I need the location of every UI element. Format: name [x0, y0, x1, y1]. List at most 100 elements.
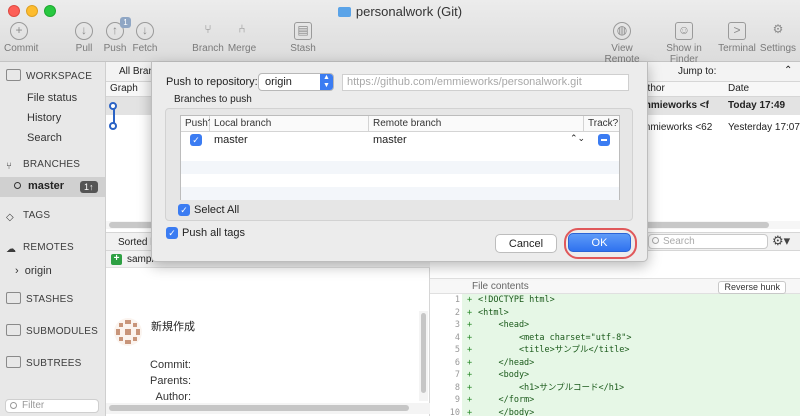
line-code: </head> — [478, 357, 535, 368]
author-avatar — [114, 318, 142, 346]
line-number: 5 — [454, 345, 460, 355]
author-label: Author: — [155, 391, 191, 403]
show-in-finder-button[interactable]: ☺ Show in Finder — [652, 22, 716, 65]
line-code: <meta charset="utf-8"> — [478, 332, 632, 343]
scroll-thumb[interactable] — [421, 313, 426, 393]
terminal-icon: > — [728, 22, 746, 40]
added-sign: + — [467, 382, 473, 393]
branches-table: Push? Local branch Remote branch Track? … — [180, 115, 620, 200]
chevron-updown-icon[interactable]: ⌃ — [784, 65, 792, 76]
commit-message: 新規作成 — [151, 321, 195, 333]
gear-icon[interactable]: ⚙▾ — [772, 233, 790, 249]
chevron-updown-icon: ▲ ▼ — [320, 74, 333, 90]
push-checkbox[interactable]: ✓ — [190, 134, 202, 146]
diff-line: 9 + </form> — [430, 394, 800, 407]
added-sign: + — [467, 357, 473, 368]
view-remote-button[interactable]: ◍ View Remote — [594, 22, 650, 65]
added-sign: + — [467, 307, 473, 318]
subtree-icon — [6, 356, 21, 368]
sidebar-section-subtrees[interactable]: SUBTREES — [6, 356, 82, 369]
cancel-button[interactable]: Cancel — [495, 234, 557, 253]
arrow-down-icon: ↓ — [75, 22, 93, 40]
diff-line: 5 + <title>サンプル</title> — [430, 344, 800, 357]
branch-ahead-badge: 1↑ — [80, 181, 98, 193]
sidebar-item-origin[interactable]: › origin — [15, 265, 52, 277]
commit-details-pane: + sampl 新規作成 Commit: Parents: Author: — [106, 251, 430, 416]
arrow-up-icon: ↑ 1 — [106, 17, 131, 40]
sidebar-section-stashes[interactable]: STASHES — [6, 292, 73, 305]
col-date[interactable]: Date — [728, 83, 749, 94]
reverse-hunk-button[interactable]: Reverse hunk — [718, 281, 786, 294]
merge-button[interactable]: ⑃ Merge — [227, 22, 257, 54]
remote-branch-select[interactable]: master — [373, 134, 407, 146]
sidebar-item-file-status[interactable]: File status — [27, 92, 77, 104]
pull-button[interactable]: ↓ Pull — [72, 22, 96, 54]
remote-url-field[interactable]: https://github.com/emmieworks/personalwo… — [342, 74, 629, 91]
diff-header-label: File contents — [472, 281, 529, 292]
added-sign: + — [467, 395, 473, 405]
select-all-checkbox[interactable]: ✓ — [178, 204, 190, 216]
diff-line: 7 + <body> — [430, 369, 800, 382]
select-all-label[interactable]: Select All — [194, 204, 239, 216]
graph-node-2 — [109, 122, 117, 130]
sidebar-item-history[interactable]: History — [27, 112, 61, 124]
fetch-button[interactable]: ↓ Fetch — [131, 22, 159, 54]
branch-button[interactable]: ⑂ Branch — [192, 22, 224, 54]
line-number: 2 — [454, 307, 460, 318]
diff-line: 2 + <html> — [430, 306, 800, 319]
track-checkbox[interactable] — [598, 134, 610, 146]
terminal-button[interactable]: > Terminal — [717, 22, 757, 54]
line-number: 9 — [454, 395, 460, 405]
added-sign: + — [467, 295, 473, 305]
line-code: </body> — [478, 407, 535, 416]
stash-button[interactable]: ▤ Stash — [289, 22, 317, 54]
remote-select[interactable]: origin ▲ ▼ — [258, 73, 334, 91]
diff-search-input[interactable]: Search — [648, 234, 768, 249]
push-all-tags-checkbox[interactable]: ✓ — [166, 227, 178, 239]
line-number: 7 — [454, 370, 460, 380]
added-sign: + — [467, 407, 473, 416]
branch-icon: ⑂ — [6, 161, 13, 172]
line-number: 6 — [454, 357, 460, 368]
sidebar-section-submodules[interactable]: SUBMODULES — [6, 324, 98, 337]
file-name: sampl — [127, 254, 154, 265]
sidebar-item-search[interactable]: Search — [27, 132, 62, 144]
added-sign: + — [467, 345, 473, 355]
push-all-tags-label[interactable]: Push all tags — [182, 227, 245, 239]
details-vertical-scrollbar[interactable] — [419, 311, 428, 401]
added-sign: + — [467, 370, 473, 380]
chevron-updown-icon[interactable]: ⌃⌄ — [570, 133, 585, 144]
globe-icon: ◍ — [613, 22, 631, 40]
push-dialog: Push to repository: origin ▲ ▼ https://gi… — [151, 62, 648, 262]
sidebar-section-tags[interactable]: ◇ TAGS — [6, 210, 50, 224]
scroll-thumb[interactable] — [109, 405, 409, 411]
line-number: 4 — [454, 332, 460, 343]
sidebar-item-master[interactable]: master — [14, 180, 64, 192]
branch-icon: ⑂ — [204, 22, 212, 36]
ok-button[interactable]: OK — [568, 233, 631, 252]
tag-icon: ◇ — [6, 212, 14, 223]
gear-icon: ⚙ — [772, 22, 784, 36]
details-horizontal-scrollbar[interactable] — [106, 403, 430, 414]
chevron-right-icon: › — [15, 265, 25, 277]
cloud-icon: ☁ — [6, 244, 17, 255]
push-button[interactable]: ↑ 1 Push — [103, 17, 131, 54]
search-icon — [652, 237, 659, 244]
line-number: 3 — [454, 320, 460, 330]
monitor-icon — [6, 69, 21, 81]
sidebar-section-branches[interactable]: ⑂ BRANCHES — [6, 159, 80, 173]
branch-filter-dropdown[interactable]: All Bran — [119, 66, 154, 77]
graph-node-1 — [109, 102, 117, 110]
commit-button[interactable]: + Commit — [4, 22, 38, 54]
sidebar-section-remotes[interactable]: ☁ REMOTES — [6, 242, 74, 256]
settings-button[interactable]: ⚙ Settings — [759, 22, 797, 54]
diff-line: 1 + <!DOCTYPE html> — [430, 294, 800, 307]
submodule-icon — [6, 324, 21, 336]
sidebar-filter-input[interactable]: Filter — [5, 399, 99, 413]
sidebar-section-workspace[interactable]: WORKSPACE — [6, 69, 92, 82]
line-code: <html> — [478, 307, 509, 318]
stash-icon — [6, 292, 21, 304]
table-row-empty — [181, 187, 619, 200]
col-graph[interactable]: Graph — [110, 83, 138, 94]
line-code: </form> — [478, 395, 535, 405]
